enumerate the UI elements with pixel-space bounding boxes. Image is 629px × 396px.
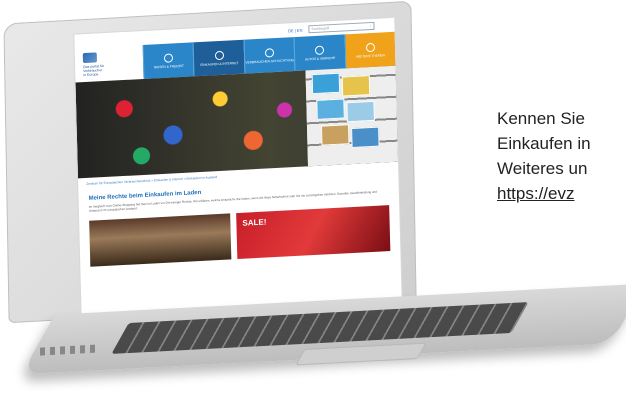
postcard-rack [305, 65, 399, 167]
laptop-screen: DE | EN Suchbegriff ⌕ Das portal für Ver… [74, 17, 402, 321]
search-icon[interactable]: ⌕ [369, 24, 371, 28]
scale-icon [264, 47, 275, 58]
side-text-line: Weiteres un [497, 159, 588, 178]
sale-sign: SALE! [242, 217, 267, 228]
main-content: Meine Rechte beim Einkaufen im Laden Im … [78, 174, 400, 270]
postcard [311, 72, 341, 95]
plane-icon [164, 52, 174, 63]
info-icon [365, 42, 375, 52]
nav-item-reisen[interactable]: Reisen & Freizeit [142, 42, 194, 79]
logo-mark-icon [82, 52, 98, 64]
site-logo[interactable]: Das portal für Verbraucher in Europa [74, 44, 144, 83]
sale-photo: SALE! [236, 205, 391, 260]
evz-link[interactable]: https://evz [497, 184, 574, 203]
side-text-line: Kennen Sie [497, 109, 585, 128]
photo-row: SALE! [89, 205, 391, 267]
nav-item-schlichtung[interactable]: Verbraucher-Schlichtung [243, 37, 295, 74]
postcard [320, 124, 350, 146]
cart-icon [214, 50, 224, 60]
nav-item-weitere[interactable]: Weitere Themen [344, 31, 396, 69]
shop-photo [89, 213, 232, 267]
postcard [341, 75, 371, 97]
postcard [351, 126, 380, 149]
side-text-block: Kennen Sie Einkaufen in Weiteres un http… [497, 106, 591, 206]
nav-item-autos[interactable]: Autos & Verkehr [293, 34, 346, 72]
language-switch[interactable]: DE | EN [288, 27, 303, 33]
search-input[interactable]: Suchbegriff ⌕ [308, 21, 375, 34]
postcard [346, 100, 375, 123]
nav-item-einkaufen[interactable]: Einkaufen & Internet [193, 39, 245, 77]
car-icon [315, 44, 325, 55]
postcard [316, 98, 345, 120]
hero-image [75, 65, 399, 179]
side-text-line: Einkaufen in [497, 134, 591, 153]
